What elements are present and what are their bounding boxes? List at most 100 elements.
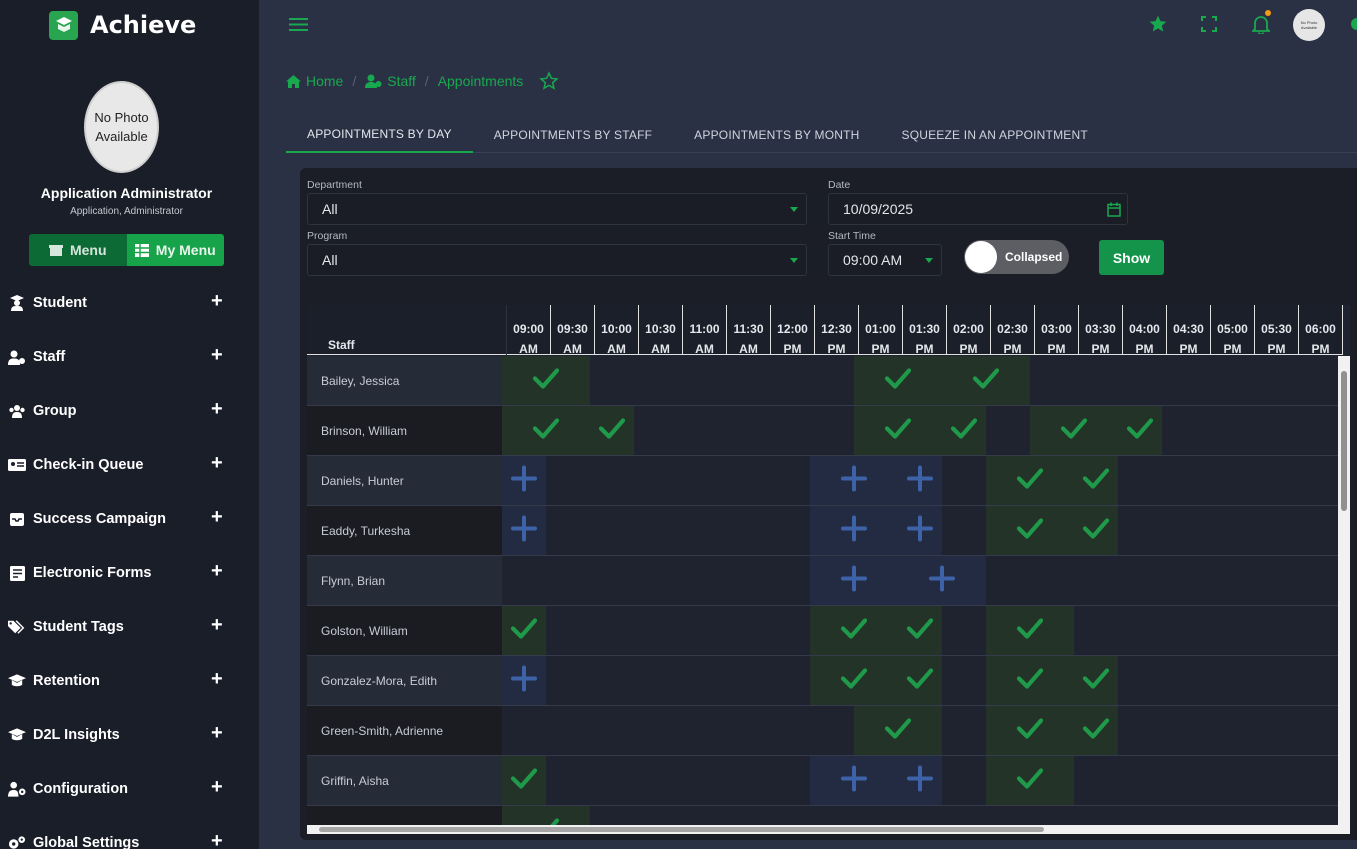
available-slot[interactable] — [986, 456, 1074, 505]
expand-plus-icon[interactable]: + — [211, 452, 223, 475]
expand-plus-icon[interactable]: + — [211, 398, 223, 421]
vertical-scrollbar[interactable] — [1338, 356, 1350, 826]
tab-appointments-by-day[interactable]: APPOINTMENTS BY DAY — [286, 117, 473, 153]
available-slot[interactable] — [1074, 456, 1118, 505]
tab-appointments-by-staff[interactable]: APPOINTMENTS BY STAFF — [473, 117, 673, 153]
staff-name[interactable]: Brinson, William — [307, 406, 502, 455]
settings-gear-icon[interactable] — [1347, 16, 1357, 37]
open-slot[interactable] — [810, 756, 898, 805]
expand-plus-icon[interactable]: + — [211, 560, 223, 583]
expand-plus-icon[interactable]: + — [211, 506, 223, 529]
available-slot[interactable] — [986, 506, 1074, 555]
staff-name[interactable]: Griffin, Aisha — [307, 756, 502, 805]
available-slot[interactable] — [854, 706, 942, 755]
breadcrumb-home[interactable]: Home — [286, 73, 343, 89]
available-slot[interactable] — [1074, 506, 1118, 555]
open-slot[interactable] — [810, 456, 898, 505]
sidebar-item-group[interactable]: Group + — [0, 384, 259, 438]
available-slot[interactable] — [1074, 706, 1118, 755]
sidebar-item-electronic-forms[interactable]: Electronic Forms + — [0, 546, 259, 600]
expand-plus-icon[interactable]: + — [211, 722, 223, 745]
open-slot[interactable] — [502, 506, 546, 555]
available-slot[interactable] — [590, 406, 634, 455]
available-slot[interactable] — [810, 606, 898, 655]
tab-squeeze-in-an-appointment[interactable]: SQUEEZE IN AN APPOINTMENT — [881, 117, 1109, 153]
sidebar-item-student[interactable]: Student + — [0, 276, 259, 330]
sidebar-item-configuration[interactable]: Configuration + — [0, 762, 259, 816]
open-slot[interactable] — [898, 556, 986, 605]
available-slot[interactable] — [810, 656, 898, 705]
available-slot[interactable] — [502, 606, 546, 655]
available-slot[interactable] — [986, 706, 1074, 755]
available-slot[interactable] — [502, 356, 590, 405]
empty-slot — [1074, 556, 1118, 605]
start-time-select[interactable]: 09:00 AM — [828, 244, 942, 276]
available-slot[interactable] — [898, 656, 942, 705]
open-slot[interactable] — [898, 506, 942, 555]
open-slot[interactable] — [502, 456, 546, 505]
app-brand[interactable]: Achieve — [49, 10, 196, 40]
sidebar-item-global-settings[interactable]: Global Settings + — [0, 816, 259, 849]
staff-name[interactable]: Daniels, Hunter — [307, 456, 502, 505]
expand-plus-icon[interactable]: + — [211, 614, 223, 637]
available-slot[interactable] — [942, 406, 986, 455]
available-slot[interactable] — [1118, 406, 1162, 455]
expand-plus-icon[interactable]: + — [211, 290, 223, 313]
user-name: Application Administrator — [40, 185, 213, 201]
empty-slot — [810, 356, 854, 405]
staff-name[interactable]: Flynn, Brian — [307, 556, 502, 605]
available-slot[interactable] — [502, 756, 546, 805]
staff-name[interactable]: Bailey, Jessica — [307, 356, 502, 405]
expand-plus-icon[interactable]: + — [211, 830, 223, 849]
staff-name[interactable]: Gonzalez-Mora, Edith — [307, 656, 502, 705]
bell-icon[interactable] — [1250, 14, 1272, 39]
department-select[interactable]: All — [307, 193, 807, 225]
available-slot[interactable] — [502, 406, 590, 455]
expand-plus-icon[interactable]: + — [211, 668, 223, 691]
expand-plus-icon[interactable]: + — [211, 776, 223, 799]
available-slot[interactable] — [1030, 406, 1118, 455]
tab-appointments-by-month[interactable]: APPOINTMENTS BY MONTH — [673, 117, 880, 153]
sidebar-item-staff[interactable]: Staff + — [0, 330, 259, 384]
time-slot-header: 05:30 PM — [1255, 305, 1299, 356]
open-slot[interactable] — [898, 456, 942, 505]
date-field[interactable]: 10/09/2025 — [828, 193, 1128, 225]
sidebar-item-d2l-insights[interactable]: D2L Insights + — [0, 708, 259, 762]
open-slot[interactable] — [502, 656, 546, 705]
avatar[interactable]: No Photo Available — [84, 81, 159, 173]
available-slot[interactable] — [854, 406, 942, 455]
open-slot[interactable] — [810, 506, 898, 555]
menu-button[interactable]: Menu — [29, 234, 127, 266]
available-slot[interactable] — [898, 606, 942, 655]
staff-name[interactable]: Eaddy, Turkesha — [307, 506, 502, 555]
staff-name[interactable]: Golston, William — [307, 606, 502, 655]
sidebar-item-retention[interactable]: Retention + — [0, 654, 259, 708]
fullscreen-icon[interactable] — [1201, 16, 1217, 37]
calendar-icon[interactable] — [1107, 202, 1121, 220]
bookmark-star-icon[interactable] — [539, 71, 564, 94]
collapsed-toggle[interactable]: Collapsed — [964, 240, 1069, 274]
available-slot[interactable] — [986, 756, 1074, 805]
available-slot[interactable] — [1074, 656, 1118, 705]
horizontal-scrollbar[interactable] — [307, 825, 1350, 834]
show-button[interactable]: Show — [1099, 240, 1164, 275]
breadcrumb-staff[interactable]: Staff — [365, 73, 416, 89]
available-slot[interactable] — [986, 606, 1074, 655]
user-avatar[interactable]: No Photo Available — [1293, 9, 1325, 41]
my-menu-button[interactable]: My Menu — [126, 234, 224, 266]
available-slot[interactable] — [986, 656, 1074, 705]
favorite-star-icon[interactable] — [1148, 14, 1168, 39]
open-slot[interactable] — [810, 556, 898, 605]
program-select[interactable]: All — [307, 244, 807, 276]
sidebar-item-success-campaign[interactable]: Success Campaign + — [0, 492, 259, 546]
sidebar-item-check-in-queue[interactable]: Check-in Queue + — [0, 438, 259, 492]
staff-name[interactable]: Green-Smith, Adrienne — [307, 706, 502, 755]
hamburger-icon[interactable] — [289, 17, 308, 37]
sidebar-item-student-tags[interactable]: Student Tags + — [0, 600, 259, 654]
vertical-scroll-thumb[interactable] — [1341, 371, 1347, 511]
expand-plus-icon[interactable]: + — [211, 344, 223, 367]
open-slot[interactable] — [898, 756, 942, 805]
available-slot[interactable] — [854, 356, 942, 405]
horizontal-scroll-thumb[interactable] — [319, 827, 1044, 832]
available-slot[interactable] — [942, 356, 1030, 405]
